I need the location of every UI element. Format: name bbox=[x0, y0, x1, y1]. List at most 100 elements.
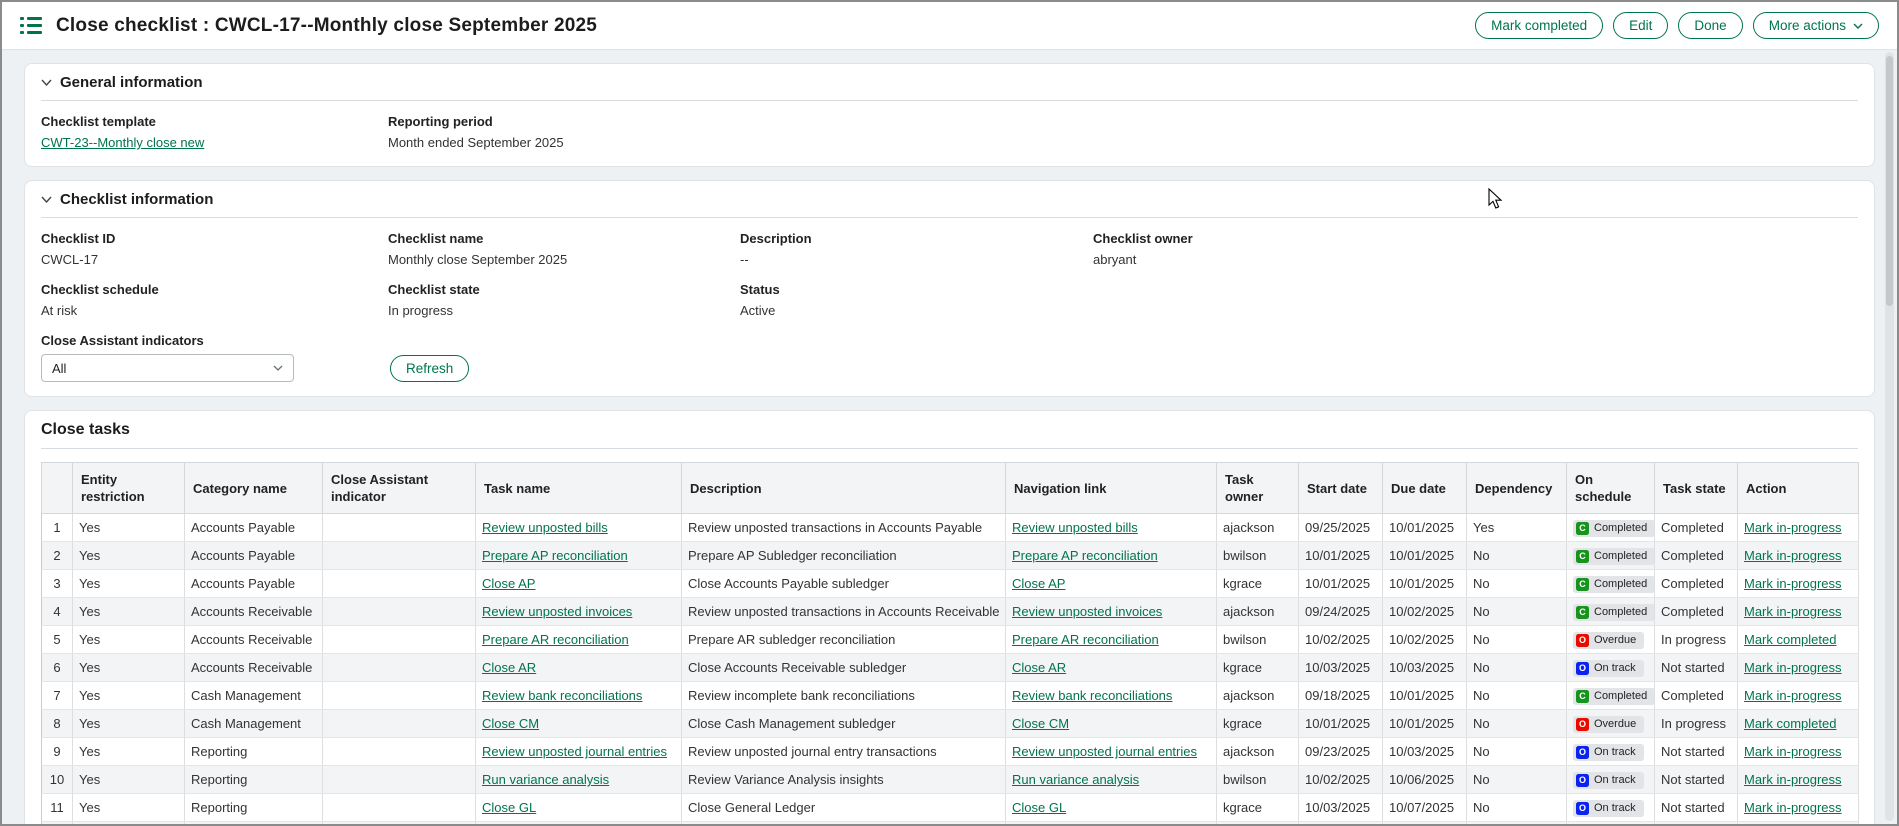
task-name-link[interactable]: Review bank reconciliations bbox=[482, 688, 642, 703]
section-title[interactable]: General information bbox=[60, 74, 203, 91]
due-date-cell: 10/01/2025 bbox=[1383, 710, 1467, 738]
close-assistant-indicators-select[interactable]: All bbox=[41, 354, 294, 382]
task-name-link[interactable]: Review unposted bills bbox=[482, 520, 608, 535]
category-name-cell: Accounts Payable bbox=[185, 514, 323, 542]
close-assistant-indicator-cell bbox=[323, 682, 476, 710]
action-link[interactable]: Mark in-progress bbox=[1744, 800, 1842, 815]
task-name-link[interactable]: Review unposted invoices bbox=[482, 604, 632, 619]
task-state-cell: Not started bbox=[1655, 738, 1738, 766]
task-name-link[interactable]: Prepare AR reconciliation bbox=[482, 632, 629, 647]
on-schedule-label: Completed bbox=[1594, 550, 1647, 563]
close-tasks-card: Close tasks Entity restrictionCategory n… bbox=[24, 410, 1875, 826]
navigation-link[interactable]: Prepare AP reconciliation bbox=[1012, 548, 1158, 563]
dependency-cell: No bbox=[1467, 570, 1567, 598]
task-owner-cell: kgrace bbox=[1217, 794, 1299, 822]
due-date-cell: 10/02/2025 bbox=[1383, 626, 1467, 654]
category-name-cell: Cash Management bbox=[185, 710, 323, 738]
field-label: Checklist name bbox=[388, 231, 740, 246]
vertical-scrollbar-track[interactable] bbox=[1885, 52, 1894, 821]
field-value: Active bbox=[740, 303, 1093, 318]
action-cell: Mark in-progress bbox=[1738, 766, 1859, 794]
task-name-link[interactable]: Prepare AP reconciliation bbox=[482, 548, 628, 563]
navigation-link[interactable]: Review unposted invoices bbox=[1012, 604, 1162, 619]
page-title: Close checklist : CWCL-17--Monthly close… bbox=[56, 15, 597, 37]
vertical-scrollbar-thumb[interactable] bbox=[1886, 56, 1893, 306]
category-name-cell: Reporting bbox=[185, 794, 323, 822]
chevron-down-icon[interactable] bbox=[41, 196, 52, 203]
action-link[interactable]: Mark completed bbox=[1744, 716, 1836, 731]
start-date-cell: 09/18/2025 bbox=[1299, 682, 1383, 710]
field: Checklist scheduleAt risk bbox=[41, 282, 388, 318]
more-actions-button[interactable]: More actions bbox=[1753, 12, 1879, 39]
navigation-link[interactable]: Prepare AR reconciliation bbox=[1012, 632, 1159, 647]
category-name-cell: Cash Management bbox=[185, 682, 323, 710]
field: Checklist IDCWCL-17 bbox=[41, 231, 388, 267]
checklist-icon[interactable] bbox=[20, 16, 42, 36]
done-button[interactable]: Done bbox=[1678, 12, 1742, 39]
task-name-link[interactable]: Review unposted journal entries bbox=[482, 744, 667, 759]
row-number: 5 bbox=[42, 626, 73, 654]
section-title[interactable]: Checklist information bbox=[60, 191, 213, 208]
filter-label: Close Assistant indicators bbox=[41, 333, 388, 348]
navigation-link[interactable]: Close AP bbox=[1012, 576, 1065, 591]
checklist-info-fields-row1: Checklist IDCWCL-17Checklist nameMonthly… bbox=[41, 231, 1858, 267]
action-link[interactable]: Mark in-progress bbox=[1744, 576, 1842, 591]
task-owner-cell: jjohnson bbox=[1217, 822, 1299, 826]
navigation-link-cell: Close AR bbox=[1006, 654, 1217, 682]
navigation-link[interactable]: Review bank reconciliations bbox=[1012, 688, 1172, 703]
edit-button[interactable]: Edit bbox=[1613, 12, 1668, 39]
dependency-cell: No bbox=[1467, 710, 1567, 738]
navigation-link[interactable]: Close GL bbox=[1012, 800, 1066, 815]
task-owner-cell: bwilson bbox=[1217, 766, 1299, 794]
action-link[interactable]: Mark in-progress bbox=[1744, 660, 1842, 675]
column-header: Task name bbox=[476, 463, 682, 514]
navigation-link[interactable]: Close AR bbox=[1012, 660, 1066, 675]
task-name-cell: Close GL bbox=[476, 794, 682, 822]
action-link[interactable]: Mark in-progress bbox=[1744, 688, 1842, 703]
action-link[interactable]: Mark in-progress bbox=[1744, 772, 1842, 787]
navigation-link[interactable]: Review unposted journal entries bbox=[1012, 744, 1197, 759]
field-label: Checklist template bbox=[41, 114, 388, 129]
row-number: 4 bbox=[42, 598, 73, 626]
chevron-down-icon[interactable] bbox=[41, 79, 52, 86]
action-link[interactable]: Mark completed bbox=[1744, 632, 1836, 647]
top-bar: Close checklist : CWCL-17--Monthly close… bbox=[2, 2, 1897, 50]
dependency-cell: No bbox=[1467, 822, 1567, 826]
navigation-link-cell: Close AP bbox=[1006, 570, 1217, 598]
column-header: Entity restriction bbox=[73, 463, 185, 514]
on-schedule-cell: OOn track bbox=[1567, 654, 1655, 682]
action-link[interactable]: Mark in-progress bbox=[1744, 520, 1842, 535]
refresh-button[interactable]: Refresh bbox=[390, 355, 469, 382]
task-name-link[interactable]: Run variance analysis bbox=[482, 772, 609, 787]
on-schedule-cell: CCompleted bbox=[1567, 598, 1655, 626]
on-schedule-cell: OOverdue bbox=[1567, 626, 1655, 654]
close-assistant-indicator-cell bbox=[323, 794, 476, 822]
row-number: 6 bbox=[42, 654, 73, 682]
action-link[interactable]: Mark in-progress bbox=[1744, 744, 1842, 759]
action-link[interactable]: Mark in-progress bbox=[1744, 548, 1842, 563]
navigation-link[interactable]: Run variance analysis bbox=[1012, 772, 1139, 787]
action-link[interactable]: Mark in-progress bbox=[1744, 604, 1842, 619]
task-name-link[interactable]: Close AR bbox=[482, 660, 536, 675]
dependency-cell: No bbox=[1467, 598, 1567, 626]
on-schedule-label: Completed bbox=[1594, 578, 1647, 591]
task-name-link[interactable]: Close GL bbox=[482, 800, 536, 815]
mark-completed-button[interactable]: Mark completed bbox=[1475, 12, 1603, 39]
task-name-link[interactable]: Close CM bbox=[482, 716, 539, 731]
task-state-cell: Completed bbox=[1655, 682, 1738, 710]
field-label: Description bbox=[740, 231, 1093, 246]
table-header: Entity restrictionCategory nameClose Ass… bbox=[42, 463, 1859, 514]
description-cell: Close Accounts Payable subledger bbox=[682, 570, 1006, 598]
column-header: Dependency bbox=[1467, 463, 1567, 514]
field-label: Reporting period bbox=[388, 114, 740, 129]
table-row: 2YesAccounts PayablePrepare AP reconcili… bbox=[42, 542, 1859, 570]
column-header: Navigation link bbox=[1006, 463, 1217, 514]
task-name-link[interactable]: Close AP bbox=[482, 576, 535, 591]
description-cell: Prepare AR subledger reconciliation bbox=[682, 626, 1006, 654]
field-value-link[interactable]: CWT-23--Monthly close new bbox=[41, 135, 388, 150]
description-cell: Review Variance Analysis insights bbox=[682, 766, 1006, 794]
navigation-link[interactable]: Close CM bbox=[1012, 716, 1069, 731]
table-row: 4YesAccounts ReceivableReview unposted i… bbox=[42, 598, 1859, 626]
task-owner-cell: kgrace bbox=[1217, 654, 1299, 682]
navigation-link[interactable]: Review unposted bills bbox=[1012, 520, 1138, 535]
